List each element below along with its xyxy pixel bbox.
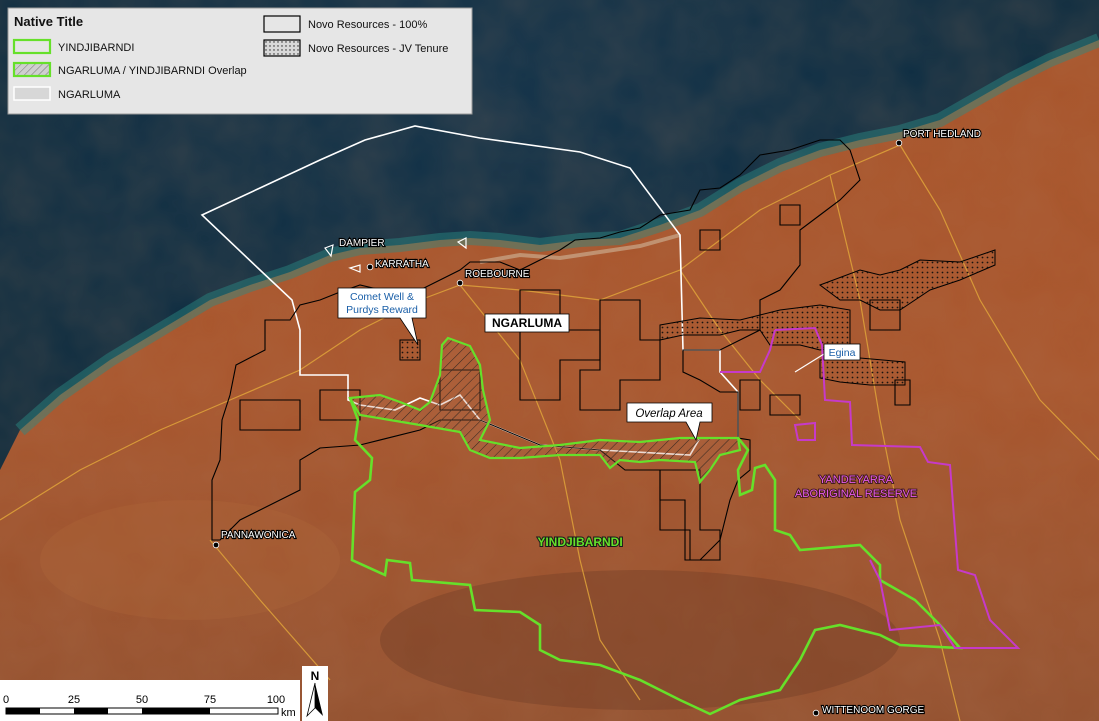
legend-item-overlap: NGARLUMA / YINDJIBARNDI Overlap <box>12 61 247 78</box>
scale-tick-75: 75 <box>204 694 216 706</box>
plains-west <box>40 500 340 620</box>
label-karratha: KARRATHA <box>375 259 429 270</box>
legend-label-overlap: NGARLUMA / YINDJIBARNDI Overlap <box>58 65 247 77</box>
map-canvas[interactable]: PORT HEDLAND DAMPIER KARRATHA ROEBOURNE … <box>0 0 1099 721</box>
legend-label-ngarluma: NGARLUMA <box>58 89 121 101</box>
scale-tick-0: 0 <box>3 694 9 706</box>
label-port-hedland: PORT HEDLAND <box>903 129 981 140</box>
scale-tick-25: 25 <box>68 694 80 706</box>
legend-item-novo-jv: Novo Resources - JV Tenure <box>263 39 448 57</box>
town-karratha: KARRATHA <box>366 258 430 271</box>
scale-bar: 0 25 50 75 100 km <box>0 680 300 721</box>
label-wittenoom-gorge: WITTENOOM GORGE <box>822 705 925 716</box>
scale-tick-100: 100 <box>267 694 285 706</box>
legend-title: Native Title <box>14 14 83 29</box>
town-dampier: DAMPIER <box>338 237 386 250</box>
legend-label-novo-100: Novo Resources - 100% <box>308 19 427 31</box>
scale-tick-50: 50 <box>136 694 148 706</box>
label-yandeyarra-2: ABORIGINAL RESERVE <box>795 488 917 500</box>
label-yindjibarndi: YINDJIBARNDI <box>537 535 622 549</box>
callout-egina-text: Egina <box>829 347 856 359</box>
callout-comet-line1: Comet Well & <box>350 291 414 303</box>
callout-overlap-text: Overlap Area <box>635 408 702 420</box>
north-arrow: N <box>302 666 328 721</box>
label-pannawonica: PANNAWONICA <box>221 530 296 541</box>
label-dampier: DAMPIER <box>339 238 385 249</box>
hills-south <box>380 570 900 710</box>
label-ngarluma: NGARLUMA <box>492 316 562 330</box>
north-label: N <box>311 669 320 683</box>
scale-unit: km <box>281 707 296 719</box>
region-ngarluma: NGARLUMA <box>484 313 570 333</box>
map[interactable]: PORT HEDLAND DAMPIER KARRATHA ROEBOURNE … <box>0 0 1099 721</box>
town-wittenoom-gorge: WITTENOOM GORGE <box>812 704 926 717</box>
legend-label-novo-jv: Novo Resources - JV Tenure <box>308 43 448 55</box>
legend: Native Title YINDJIBARNDI NGARLUMA / YIN… <box>7 7 473 115</box>
legend-label-yindjibarndi: YINDJIBARNDI <box>58 42 134 54</box>
label-yandeyarra-1: YANDEYARRA <box>819 474 894 486</box>
label-roebourne: ROEBOURNE <box>465 269 530 280</box>
legend-item-ngarluma: NGARLUMA <box>13 86 121 101</box>
legend-item-novo-100: Novo Resources - 100% <box>263 15 427 33</box>
callout-comet-line2: Purdys Reward <box>346 304 418 316</box>
